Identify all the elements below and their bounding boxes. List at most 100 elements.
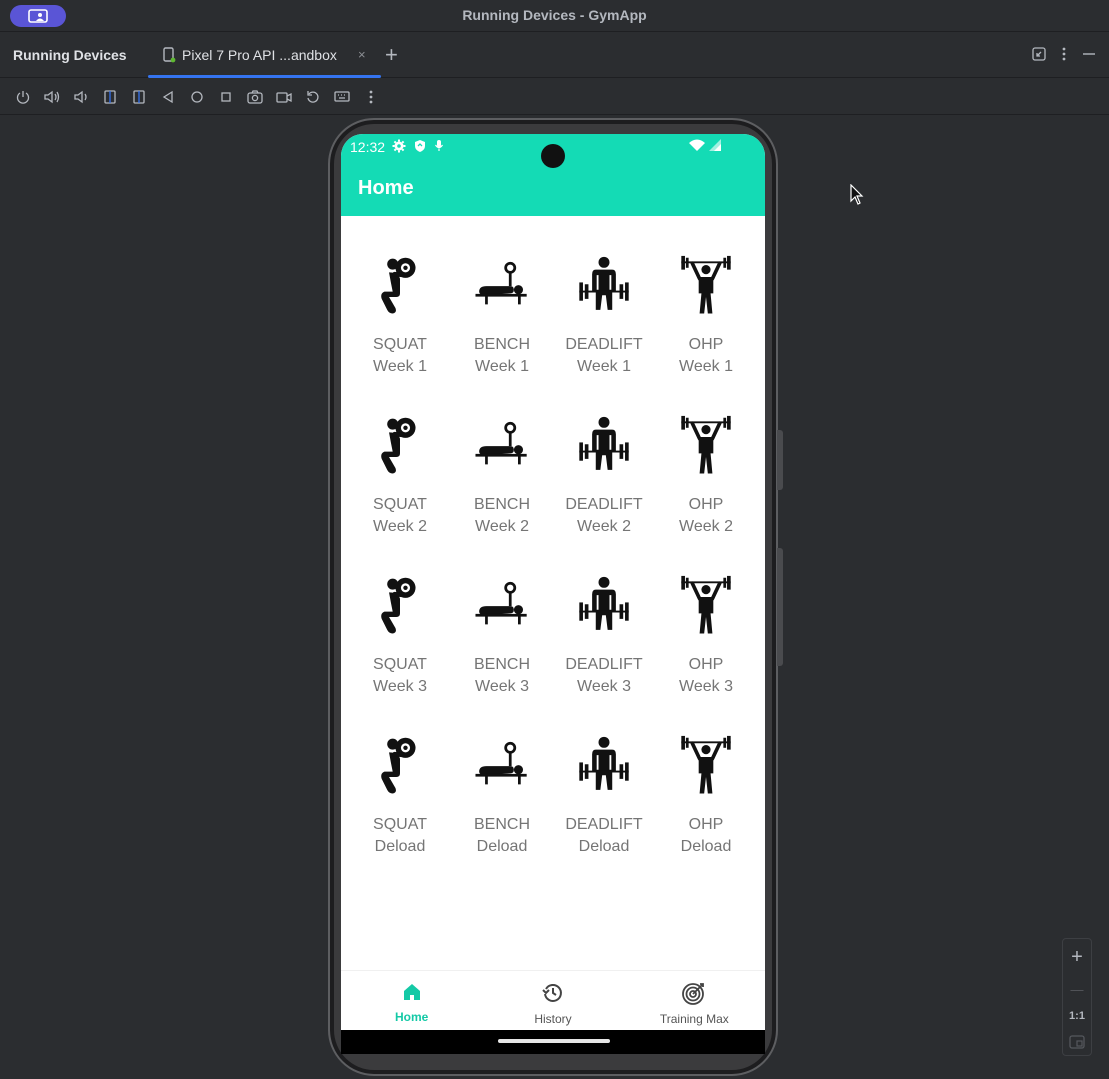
program-card-label: SQUAT Week 2 xyxy=(373,494,427,538)
tab-close-button[interactable]: × xyxy=(358,47,366,62)
ohp-icon xyxy=(675,572,737,642)
zoom-controls: + — 1:1 xyxy=(1062,938,1092,1056)
home-button-icon[interactable] xyxy=(186,86,208,108)
back-icon[interactable] xyxy=(157,86,179,108)
program-card-label: BENCH Week 3 xyxy=(474,654,530,698)
nav-label: History xyxy=(534,1012,572,1026)
mic-icon xyxy=(435,140,443,151)
week-label: Week 2 xyxy=(475,518,529,535)
history-icon xyxy=(541,981,565,1010)
program-card-squat[interactable]: SQUAT Week 3 xyxy=(349,572,451,732)
nav-label: Training Max xyxy=(659,1012,729,1026)
phone-device-icon xyxy=(162,47,176,68)
deadlift-icon xyxy=(573,732,635,802)
status-right-icons xyxy=(689,139,721,151)
status-time: 12:32 xyxy=(350,139,386,155)
volume-up-icon[interactable] xyxy=(41,86,63,108)
week-label: Week 1 xyxy=(577,358,631,375)
ohp-icon xyxy=(675,412,737,482)
lift-name: OHP xyxy=(688,656,724,673)
program-card-deadlift[interactable]: DEADLIFT Week 1 xyxy=(553,252,655,412)
zoom-actual-size-button[interactable]: 1:1 xyxy=(1069,1010,1085,1022)
lift-name: BENCH xyxy=(473,656,530,673)
device-side-button xyxy=(777,430,783,490)
device-screen[interactable]: 12:32 Home SQUAT Week 1 BENCH Week 1 DEADLIF… xyxy=(341,134,765,1054)
page-title: Home xyxy=(358,177,414,199)
rotate-right-icon[interactable] xyxy=(128,86,150,108)
lift-name: BENCH xyxy=(473,816,530,833)
program-card-label: SQUAT Deload xyxy=(373,814,427,858)
program-card-ohp[interactable]: OHP Week 3 xyxy=(655,572,757,732)
program-card-bench[interactable]: BENCH Week 2 xyxy=(451,412,553,572)
deadlift-icon xyxy=(573,412,635,482)
program-card-label: DEADLIFT Deload xyxy=(565,814,642,858)
more-icon[interactable] xyxy=(360,86,382,108)
restore-layout-icon[interactable] xyxy=(1031,46,1047,62)
program-card-label: BENCH Week 2 xyxy=(474,494,530,538)
zoom-in-button[interactable]: + xyxy=(1071,946,1083,969)
program-card-bench[interactable]: BENCH Week 3 xyxy=(451,572,553,732)
lift-name: OHP xyxy=(688,496,724,513)
nav-item-history[interactable]: History xyxy=(482,971,623,1030)
lift-name: SQUAT xyxy=(373,496,427,513)
program-card-squat[interactable]: SQUAT Week 2 xyxy=(349,412,451,572)
program-card-bench[interactable]: BENCH Week 1 xyxy=(451,252,553,412)
device-volume-button xyxy=(777,548,783,666)
ohp-icon xyxy=(675,252,737,322)
program-card-label: DEADLIFT Week 3 xyxy=(565,654,642,698)
wifi-icon xyxy=(689,139,705,151)
program-card-label: OHP Week 3 xyxy=(679,654,733,698)
minimize-icon[interactable] xyxy=(1081,46,1097,62)
program-card-bench[interactable]: BENCH Deload xyxy=(451,732,553,892)
program-card-ohp[interactable]: OHP Week 2 xyxy=(655,412,757,572)
nav-item-home[interactable]: Home xyxy=(341,971,482,1030)
week-label: Deload xyxy=(374,838,426,855)
program-card-squat[interactable]: SQUAT Week 1 xyxy=(349,252,451,412)
screen-record-icon[interactable] xyxy=(273,86,295,108)
week-label: Week 3 xyxy=(475,678,529,695)
week-label: Week 2 xyxy=(679,518,733,535)
program-card-ohp[interactable]: OHP Week 1 xyxy=(655,252,757,412)
lift-name: DEADLIFT xyxy=(565,816,643,833)
program-card-deadlift[interactable]: DEADLIFT Deload xyxy=(553,732,655,892)
signal-icon xyxy=(709,139,721,151)
week-label: Week 3 xyxy=(679,678,733,695)
program-grid: SQUAT Week 1 BENCH Week 1 DEADLIFT Week 1 OHP W… xyxy=(349,252,757,892)
program-card-label: OHP Deload xyxy=(681,814,732,858)
gesture-nav-bar xyxy=(341,1030,765,1054)
overview-icon[interactable] xyxy=(215,86,237,108)
week-label: Week 1 xyxy=(679,358,733,375)
tool-window-header: Running Devices Pixel 7 Pro API ...andbo… xyxy=(0,33,1109,78)
zoom-out-button[interactable]: — xyxy=(1071,982,1084,997)
bench-icon xyxy=(471,572,533,642)
gesture-handle[interactable] xyxy=(498,1039,610,1043)
fit-screen-icon[interactable] xyxy=(1069,1034,1085,1049)
program-card-deadlift[interactable]: DEADLIFT Week 3 xyxy=(553,572,655,732)
bottom-navigation: Home History Training Max xyxy=(341,970,765,1030)
week-label: Week 3 xyxy=(577,678,631,695)
program-card-squat[interactable]: SQUAT Deload xyxy=(349,732,451,892)
bench-icon xyxy=(471,412,533,482)
screenshot-icon[interactable] xyxy=(244,86,266,108)
window-titlebar: Running Devices - GymApp xyxy=(0,0,1109,32)
squat-icon xyxy=(369,252,431,322)
program-card-deadlift[interactable]: DEADLIFT Week 2 xyxy=(553,412,655,572)
add-device-tab-button[interactable]: + xyxy=(385,42,398,68)
program-card-label: BENCH Week 1 xyxy=(474,334,530,378)
lift-name: SQUAT xyxy=(373,336,427,353)
options-menu-icon[interactable] xyxy=(1061,46,1067,62)
rotate-left-icon[interactable] xyxy=(99,86,121,108)
week-label: Week 1 xyxy=(475,358,529,375)
volume-down-icon[interactable] xyxy=(70,86,92,108)
status-icons xyxy=(392,139,444,153)
tab-pixel-7-pro[interactable]: Pixel 7 Pro API ...andbox × xyxy=(148,33,381,78)
nav-item-training-max[interactable]: Training Max xyxy=(624,971,765,1030)
program-card-ohp[interactable]: OHP Deload xyxy=(655,732,757,892)
tool-window-actions xyxy=(1031,46,1097,62)
power-icon[interactable] xyxy=(12,86,34,108)
reset-icon[interactable] xyxy=(302,86,324,108)
keyboard-icon[interactable] xyxy=(331,86,353,108)
week-label: Deload xyxy=(476,838,528,855)
nav-label: Home xyxy=(394,1010,429,1024)
bench-icon xyxy=(471,252,533,322)
